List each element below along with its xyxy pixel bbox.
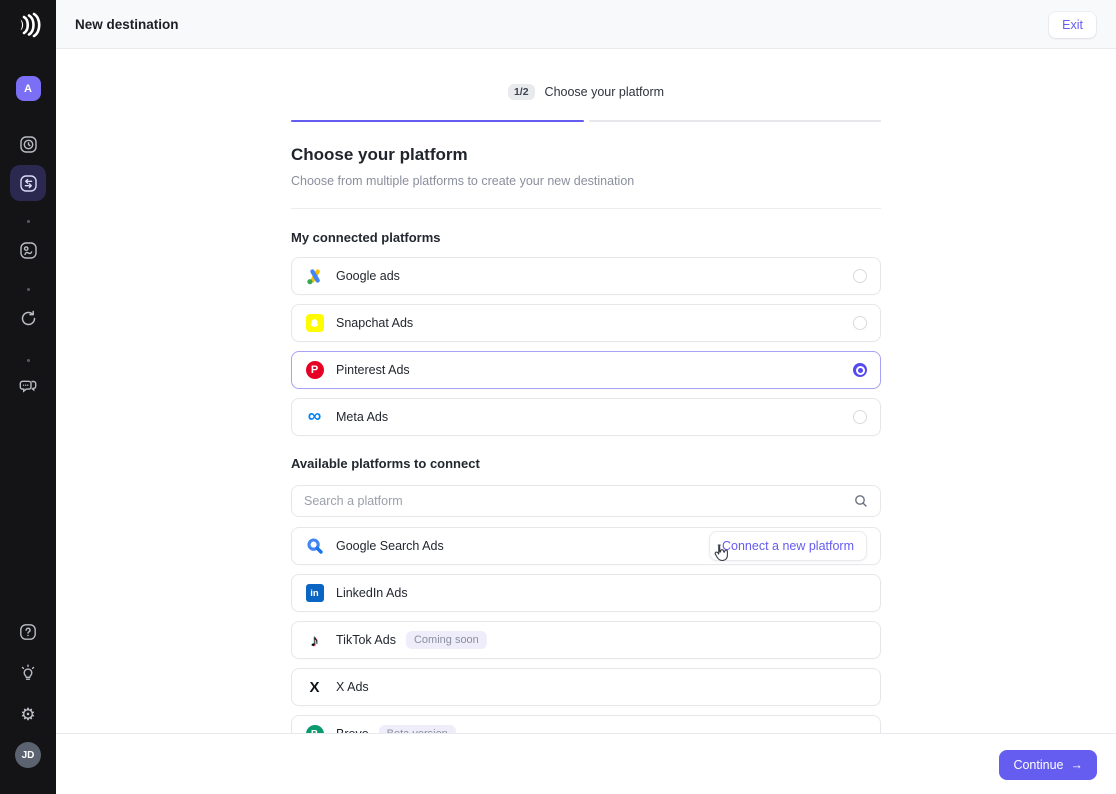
platform-label: TikTok Ads bbox=[336, 633, 396, 647]
sidebar: A ⚙ JD bbox=[0, 0, 56, 794]
platform-label: Google Search Ads bbox=[336, 539, 444, 553]
google-search-ads-icon bbox=[305, 537, 324, 556]
platform-search[interactable] bbox=[291, 485, 881, 517]
section-title: Choose your platform bbox=[291, 145, 468, 164]
section-subtitle: Choose from multiple platforms to create… bbox=[291, 174, 635, 188]
user-avatar[interactable]: JD bbox=[15, 742, 41, 768]
platform-option-pinterest-ads[interactable]: P Pinterest Ads bbox=[291, 351, 881, 389]
platform-label: Meta Ads bbox=[336, 410, 389, 424]
divider bbox=[291, 208, 881, 209]
platform-row-brevo[interactable]: B Brevo Beta version bbox=[291, 715, 881, 733]
continue-button[interactable]: Continue → bbox=[999, 750, 1097, 780]
help-icon[interactable] bbox=[10, 620, 46, 644]
connected-platforms-heading: My connected platforms bbox=[291, 230, 441, 245]
sidebar-item-destinations[interactable] bbox=[10, 165, 46, 201]
tiktok-icon: ♪ bbox=[310, 630, 319, 650]
exit-button[interactable]: Exit bbox=[1049, 12, 1096, 38]
settings-gear-icon[interactable]: ⚙ bbox=[10, 702, 46, 726]
connected-platforms-list: Google ads Snapchat Ads P Pinterest Ads … bbox=[291, 257, 881, 436]
search-icon bbox=[854, 494, 868, 508]
platform-label: LinkedIn Ads bbox=[336, 586, 408, 600]
meta-icon: ∞ bbox=[307, 405, 322, 427]
step-label: Choose your platform bbox=[544, 85, 665, 99]
platform-label: Pinterest Ads bbox=[336, 363, 410, 377]
sidebar-item-syncs[interactable] bbox=[10, 306, 46, 330]
linkedin-icon: in bbox=[305, 584, 324, 603]
sidebar-item-messages[interactable] bbox=[10, 374, 46, 398]
platform-option-meta-ads[interactable]: ∞ Meta Ads bbox=[291, 398, 881, 436]
sidebar-dot-divider bbox=[26, 359, 30, 362]
snapchat-icon bbox=[305, 314, 324, 333]
google-ads-icon bbox=[305, 267, 324, 286]
platform-label: Google ads bbox=[336, 269, 400, 283]
radio-unselected[interactable] bbox=[853, 410, 867, 424]
ideas-icon[interactable] bbox=[10, 661, 46, 685]
platform-label: X Ads bbox=[336, 680, 369, 694]
x-icon: X bbox=[309, 678, 320, 696]
sidebar-dot-divider bbox=[26, 220, 30, 223]
coming-soon-badge: Coming soon bbox=[405, 631, 487, 649]
progress-segment-done bbox=[291, 120, 584, 122]
progress-segment-todo bbox=[588, 120, 881, 122]
radio-selected[interactable] bbox=[853, 363, 867, 377]
sidebar-dot-divider bbox=[26, 288, 30, 291]
step-count-badge: 1/2 bbox=[507, 84, 535, 100]
beta-version-badge: Beta version bbox=[378, 725, 456, 733]
workspace-avatar[interactable]: A bbox=[15, 76, 41, 101]
pinterest-icon: P bbox=[305, 361, 324, 380]
sidebar-item-flows[interactable] bbox=[10, 238, 46, 262]
page-title: New destination bbox=[75, 16, 179, 32]
platform-row-x-ads[interactable]: X X Ads bbox=[291, 668, 881, 706]
search-input[interactable] bbox=[304, 494, 854, 508]
continue-label: Continue bbox=[1013, 758, 1064, 772]
new-destination-wizard: A ⚙ JD New destination Exit 1/2 Choose y… bbox=[0, 0, 1116, 794]
brevo-icon: B bbox=[305, 725, 324, 733]
connect-new-platform-button[interactable]: Connect a new platform bbox=[708, 531, 867, 561]
platform-row-linkedin-ads[interactable]: in LinkedIn Ads bbox=[291, 574, 881, 612]
radio-unselected[interactable] bbox=[853, 316, 867, 330]
available-platforms-list: Google Search Ads Connect a new platform… bbox=[291, 527, 881, 733]
platform-row-google-search-ads[interactable]: Google Search Ads Connect a new platform bbox=[291, 527, 881, 565]
platform-row-tiktok-ads[interactable]: ♪ TikTok Ads Coming soon bbox=[291, 621, 881, 659]
platform-option-snapchat-ads[interactable]: Snapchat Ads bbox=[291, 304, 881, 342]
platform-label: Snapchat Ads bbox=[336, 316, 414, 330]
wizard-footer: Continue → bbox=[56, 733, 1116, 794]
app-logo-icon bbox=[13, 10, 43, 40]
arrow-right-icon: → bbox=[1070, 758, 1084, 772]
radio-unselected[interactable] bbox=[853, 269, 867, 283]
progress-bar bbox=[291, 120, 881, 122]
wizard-body: 1/2 Choose your platform Choose your pla… bbox=[56, 49, 1116, 733]
platform-option-google-ads[interactable]: Google ads bbox=[291, 257, 881, 295]
available-platforms-heading: Available platforms to connect bbox=[291, 456, 480, 471]
step-indicator: 1/2 Choose your platform bbox=[291, 84, 881, 100]
sidebar-item-audiences[interactable] bbox=[10, 131, 46, 157]
wizard-header: New destination Exit bbox=[56, 0, 1116, 49]
